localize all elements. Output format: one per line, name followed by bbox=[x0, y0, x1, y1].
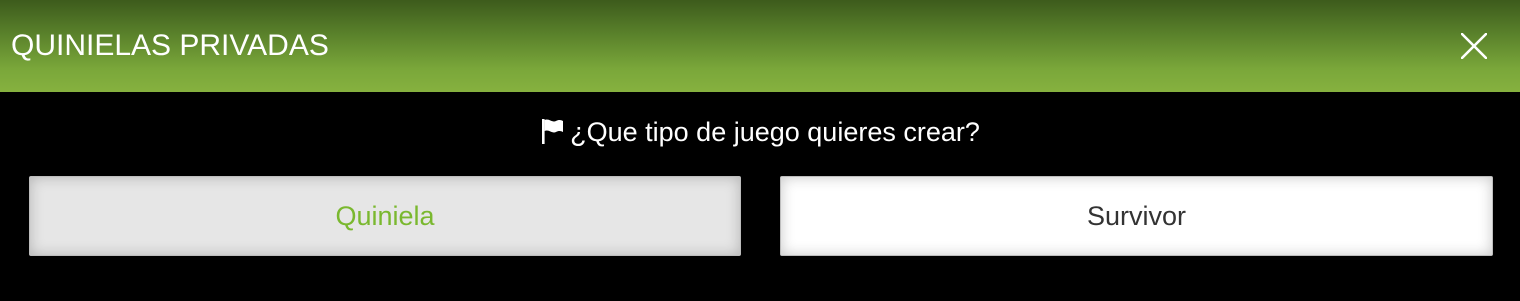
close-icon bbox=[1461, 33, 1487, 59]
flag-icon bbox=[540, 117, 566, 145]
private-pools-modal: QUINIELAS PRIVADAS ¿Que tipo de juego qu… bbox=[0, 0, 1520, 301]
close-button[interactable] bbox=[1450, 22, 1498, 70]
modal-header: QUINIELAS PRIVADAS bbox=[0, 0, 1520, 92]
quiniela-option-label: Quiniela bbox=[335, 200, 435, 231]
quiniela-option-button[interactable]: Quiniela bbox=[29, 176, 741, 256]
game-type-prompt: ¿Que tipo de juego quieres crear? bbox=[0, 112, 1520, 152]
survivor-option-label: Survivor bbox=[1086, 200, 1187, 231]
modal-title: QUINIELAS PRIVADAS bbox=[11, 29, 329, 62]
game-type-prompt-text: ¿Que tipo de juego quieres crear? bbox=[570, 116, 980, 147]
survivor-option-button[interactable]: Survivor bbox=[780, 176, 1493, 256]
